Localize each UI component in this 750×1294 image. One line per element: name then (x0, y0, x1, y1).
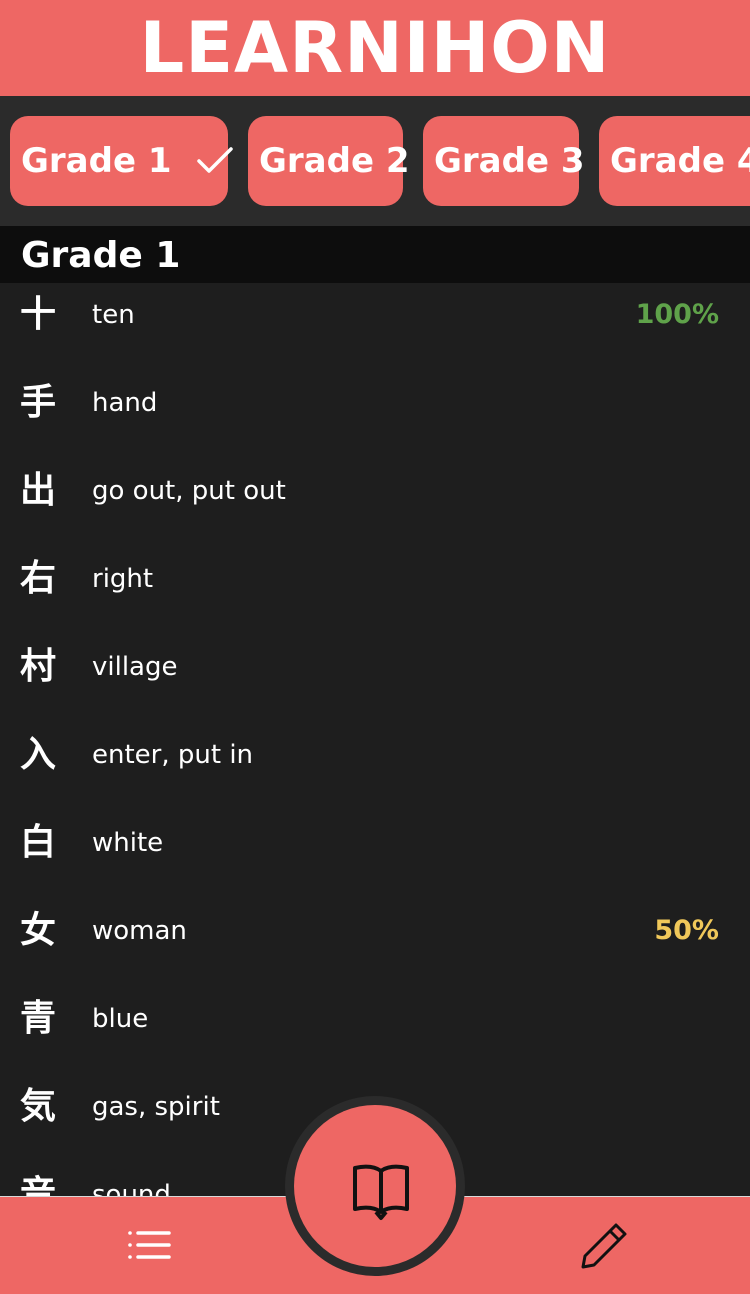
kanji-row[interactable]: 女 woman 50% (0, 899, 750, 987)
app-screen: LEARNIHON Grade 1 Grade 2 Grade 3 Grade … (0, 0, 750, 1294)
grade-tab-4[interactable]: Grade 4 (599, 116, 750, 206)
grade-selector: Grade 1 Grade 2 Grade 3 Grade 4 (0, 96, 750, 226)
kanji-character: 気 (20, 1086, 57, 1127)
list-tab-button[interactable] (125, 1225, 173, 1265)
grade-tab-label: Grade 4 (610, 141, 750, 181)
app-header: LEARNIHON (0, 0, 750, 96)
kanji-meaning: hand (92, 388, 158, 418)
kanji-score: 100% (635, 299, 719, 330)
kanji-list[interactable]: 十 ten 100% 手 hand 出 go out, put out 右 right 村 vill… (0, 283, 750, 1196)
grade-tab-3[interactable]: Grade 3 (423, 116, 585, 206)
kanji-character: 村 (20, 646, 57, 687)
grade-tab-label: Grade 2 (259, 141, 410, 181)
list-icon (128, 1231, 171, 1259)
kanji-row[interactable]: 入 enter, put in (0, 723, 750, 811)
section-title: Grade 1 (0, 226, 750, 283)
kanji-row[interactable]: 十 ten 100% (0, 283, 750, 371)
kanji-character: 青 (20, 998, 57, 1039)
kanji-meaning: blue (92, 1004, 149, 1034)
open-book-icon (353, 1164, 409, 1220)
grade-tab-label: Grade 3 (434, 141, 585, 181)
kanji-character: 出 (20, 470, 57, 511)
kanji-row[interactable]: 出 go out, put out (0, 459, 750, 547)
kanji-meaning: gas, spirit (92, 1092, 220, 1122)
kanji-character: 手 (20, 382, 57, 423)
kanji-row[interactable]: 右 right (0, 547, 750, 635)
kanji-meaning: village (92, 652, 178, 682)
kanji-row[interactable]: 手 hand (0, 371, 750, 459)
kanji-meaning: woman (92, 916, 187, 946)
kanji-character: 音 (20, 1174, 57, 1196)
kanji-character: 十 (20, 294, 57, 335)
grade-tab-label: Grade 1 (21, 141, 172, 181)
kanji-character: 入 (20, 734, 57, 775)
edit-tab-button[interactable] (578, 1221, 630, 1271)
kanji-character: 白 (20, 822, 57, 863)
grade-tab-2[interactable]: Grade 2 (248, 116, 410, 206)
kanji-meaning: sound (92, 1180, 171, 1196)
study-button-face (294, 1105, 456, 1267)
app-title: LEARNIHON (139, 7, 611, 89)
kanji-character: 女 (20, 910, 57, 951)
kanji-meaning: white (92, 828, 164, 858)
checkmark-icon (196, 146, 234, 176)
kanji-score: 50% (654, 915, 719, 946)
kanji-meaning: ten (92, 300, 135, 330)
kanji-meaning: go out, put out (92, 476, 286, 506)
kanji-meaning: enter, put in (92, 740, 254, 770)
grade-tab-1[interactable]: Grade 1 (10, 116, 233, 206)
kanji-meaning: right (92, 564, 154, 594)
kanji-row[interactable]: 青 blue (0, 987, 750, 1075)
kanji-character: 右 (20, 558, 57, 599)
kanji-row[interactable]: 村 village (0, 635, 750, 723)
study-button[interactable] (285, 1096, 465, 1276)
pencil-icon (581, 1223, 627, 1269)
kanji-row[interactable]: 白 white (0, 811, 750, 899)
